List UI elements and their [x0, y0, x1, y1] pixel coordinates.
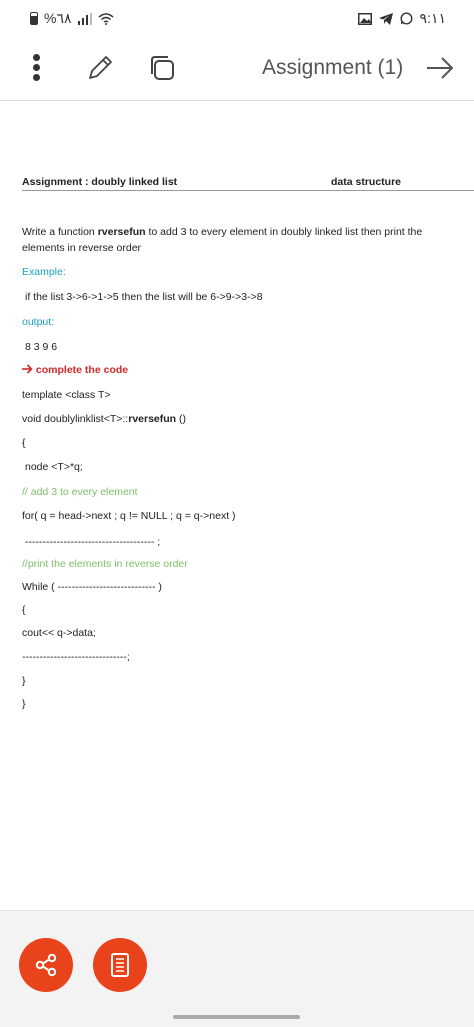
signature-name: rversefun [128, 413, 177, 425]
code-comment-print: //print the elements in reverse order [22, 558, 188, 570]
code-while: While ( ---------------------------- ) [22, 581, 162, 593]
document-title: Assignment (1) [262, 56, 404, 79]
code-close-brace-1: } [22, 675, 26, 687]
copy-pages-icon[interactable] [148, 54, 176, 82]
complete-code-heading: complete the code [22, 364, 128, 376]
document-page: Assignment : doubly linked list data str… [22, 170, 474, 710]
example-label: Example: [22, 266, 66, 278]
code-cout: cout<< q->data; [22, 627, 96, 639]
gallery-icon [357, 12, 372, 25]
doc-header: Assignment : doubly linked list data str… [22, 170, 474, 191]
whatsapp-icon [400, 12, 413, 25]
question-text: Write a function [22, 226, 98, 238]
clock: ٩:١١ [419, 10, 446, 26]
question-text-cont: to add 3 to every element in doubly link… [145, 226, 423, 238]
toolbar-divider [0, 100, 474, 101]
share-button[interactable] [19, 938, 73, 992]
code-for-loop: for( q = head->next ; q != NULL ; q = q-… [22, 510, 236, 522]
code-blank-1: ------------------------------------- ; [25, 536, 161, 548]
more-options-icon[interactable] [26, 52, 46, 86]
bottom-action-bar [0, 910, 474, 1027]
edit-icon[interactable] [84, 52, 116, 84]
code-template: template <class T> [22, 389, 111, 401]
battery-icon [30, 12, 38, 25]
complete-code-text: complete the code [35, 364, 129, 376]
signature-prefix: void doublylinklist<T>:: [22, 413, 129, 425]
signal-icon [77, 12, 92, 25]
question-line-1: Write a function rversefun to add 3 to e… [22, 226, 422, 238]
example-text: if the list 3->6->1->5 then the list wil… [25, 291, 263, 303]
app-toolbar: Assignment (1) [0, 40, 474, 98]
code-open-brace-2: { [22, 604, 26, 616]
wifi-icon [98, 12, 113, 25]
arrow-right-red-icon [22, 364, 33, 374]
output-label: output: [22, 316, 55, 328]
document-view-button[interactable] [93, 938, 147, 992]
battery-level: %٦٨ [44, 10, 72, 26]
code-node-decl: node <T>*q; [25, 461, 83, 473]
header-right: data structure [331, 176, 402, 188]
function-name: rversefun [97, 226, 146, 238]
arrow-right-icon[interactable] [424, 54, 456, 82]
code-open-brace: { [22, 437, 26, 449]
share-icon [35, 953, 57, 977]
status-right: ٩:١١ [357, 10, 446, 27]
question-line-2: elements in reverse order [22, 242, 142, 254]
status-bar: %٦٨ ٩:١١ [0, 0, 474, 36]
signature-suffix: () [176, 413, 187, 425]
status-left: %٦٨ [30, 10, 114, 27]
document-icon [111, 953, 129, 977]
home-indicator[interactable] [173, 1015, 300, 1019]
output-value: 8 3 9 6 [25, 341, 58, 353]
header-left: Assignment : doubly linked list [22, 176, 178, 188]
code-signature: void doublylinklist<T>::rversefun () [22, 413, 186, 425]
telegram-icon [378, 12, 393, 25]
code-comment-add: // add 3 to every element [22, 486, 138, 498]
code-close-brace-2: } [22, 698, 26, 710]
code-blank-2: ------------------------------; [22, 651, 130, 663]
